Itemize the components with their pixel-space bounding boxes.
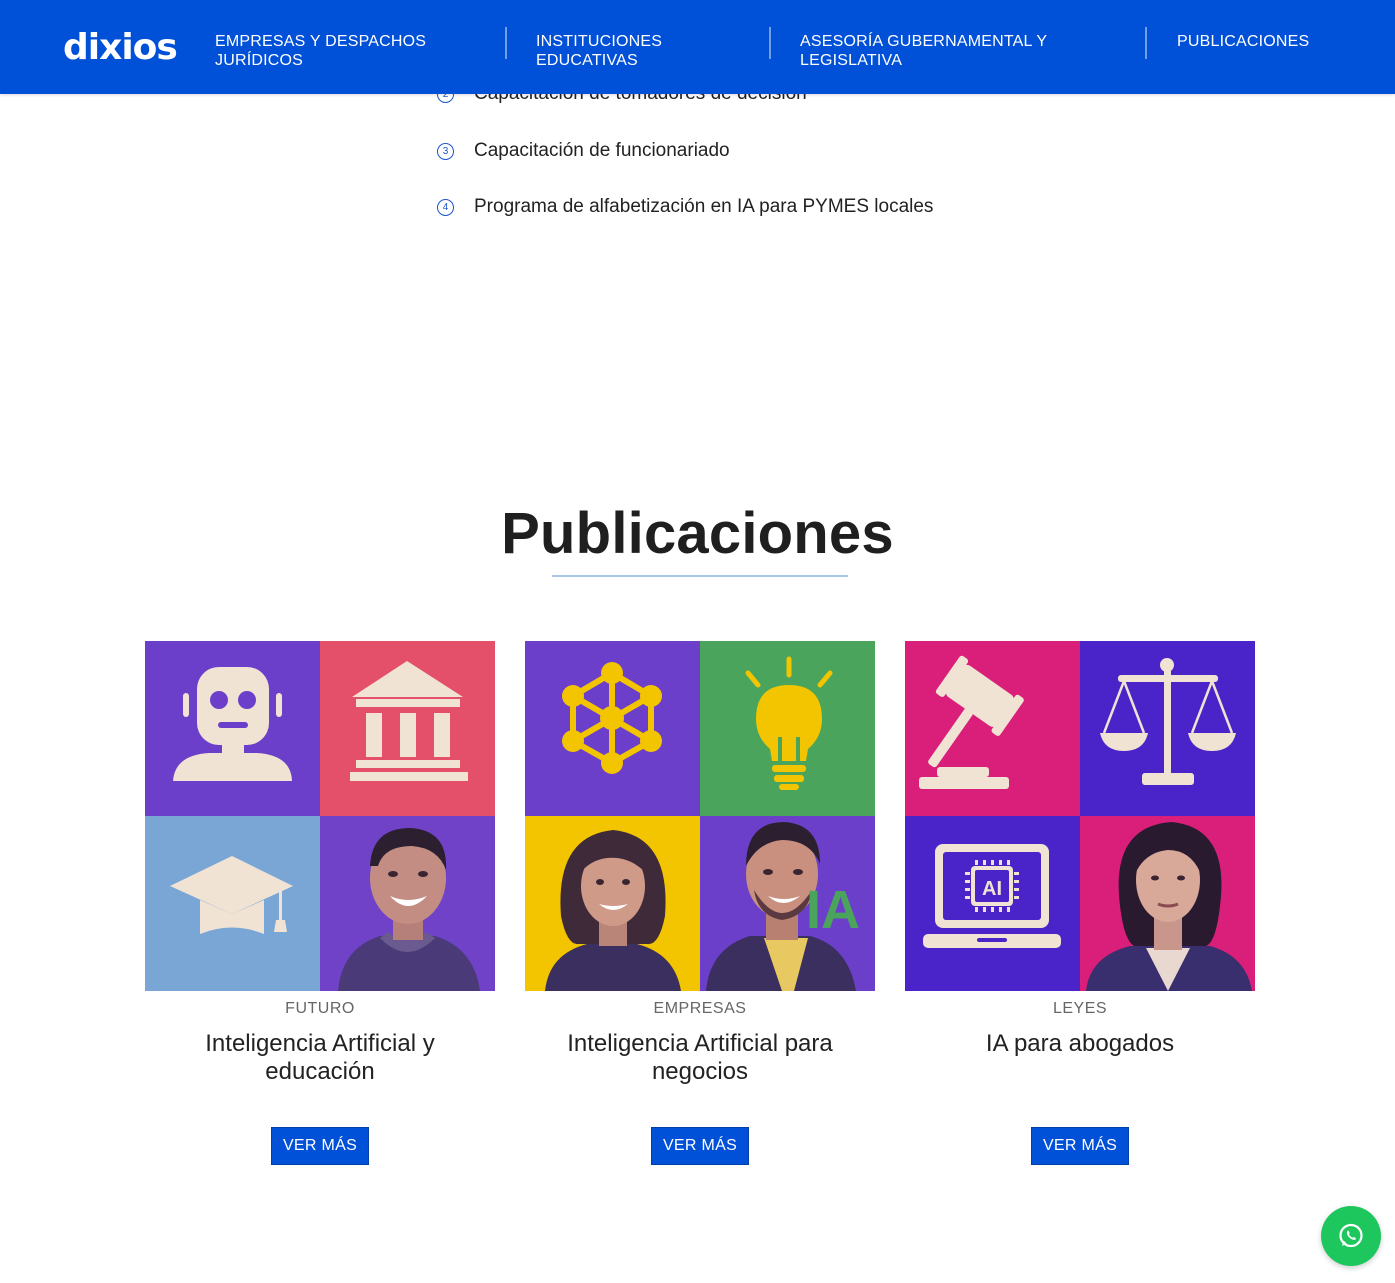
museum-icon — [320, 641, 495, 816]
list-item: 4 Programa de alfabetización en IA para … — [437, 195, 937, 219]
lightbulb-icon — [700, 641, 875, 816]
woman-portrait — [525, 816, 700, 991]
card-image[interactable] — [145, 641, 495, 991]
logo[interactable]: dixios — [63, 26, 178, 70]
publication-card: FUTURO Inteligencia Artificial y educaci… — [145, 641, 495, 1165]
card-title[interactable]: Inteligencia Artificial para negocios — [525, 1030, 875, 1090]
scales-icon — [1080, 641, 1255, 816]
nav-label-line2: JURÍDICOS — [215, 52, 304, 69]
nav-label-line1: INSTITUCIONES — [536, 33, 663, 50]
card-category: LEYES — [1052, 1000, 1108, 1017]
card-title[interactable]: IA para abogados — [905, 1030, 1255, 1090]
nav-label-line1: ASESORÍA GUBERNAMENTAL Y — [800, 33, 1048, 50]
man-portrait: IA — [700, 816, 875, 991]
nav-instituciones[interactable]: INSTITUCIONES EDUCATIVAS — [536, 32, 662, 70]
ver-mas-button[interactable]: VER MÁS — [271, 1127, 369, 1165]
ia-text: IA — [806, 880, 860, 940]
list-item-text: Programa de alfabetización en IA para PY… — [474, 196, 934, 217]
card-category: FUTURO — [285, 1000, 355, 1017]
nav-label-line1: EMPRESAS Y DESPACHOS — [215, 33, 427, 50]
robot-icon — [145, 641, 320, 816]
student-portrait — [320, 816, 495, 991]
network-icon — [525, 641, 700, 816]
list-number: 4 — [437, 199, 454, 216]
nav-empresas[interactable]: EMPRESAS Y DESPACHOS JURÍDICOS — [215, 32, 426, 70]
nav-label-line2: EDUCATIVAS — [536, 52, 638, 69]
ver-mas-button[interactable]: VER MÁS — [1031, 1127, 1129, 1165]
list-item-text: Capacitación de funcionariado — [474, 140, 730, 161]
card-image[interactable]: AI — [905, 641, 1255, 991]
site-header: dixios EMPRESAS Y DESPACHOS JURÍDICOS IN… — [0, 0, 1395, 94]
card-image[interactable]: IA — [525, 641, 875, 991]
whatsapp-button[interactable] — [1321, 1206, 1381, 1266]
ver-mas-button[interactable]: VER MÁS — [651, 1127, 749, 1165]
whatsapp-icon — [1339, 1223, 1363, 1248]
list-number: 3 — [437, 143, 454, 160]
lawyer-portrait — [1080, 816, 1255, 991]
nav-divider — [1145, 27, 1147, 59]
nav-divider — [505, 27, 507, 59]
title-underline — [552, 575, 848, 577]
nav-label-line2: LEGISLATIVA — [800, 52, 903, 69]
list-item: 3 Capacitación de funcionariado — [437, 139, 937, 163]
publication-card: IA EMPRESAS Inteligencia Artificial para… — [525, 641, 875, 1165]
ai-laptop-icon: AI — [905, 816, 1080, 991]
card-title[interactable]: Inteligencia Artificial y educación — [145, 1030, 495, 1090]
graduation-cap-icon — [145, 816, 320, 991]
gavel-icon — [905, 641, 1080, 816]
section-title: Publicaciones — [501, 501, 894, 566]
nav-publicaciones[interactable]: PUBLICACIONES — [1177, 32, 1309, 51]
nav-label-line1: PUBLICACIONES — [1177, 33, 1310, 50]
nav-divider — [769, 27, 771, 59]
card-category: EMPRESAS — [653, 1000, 747, 1017]
publication-card: AI LEYES IA para abogados VER MÁS — [905, 641, 1255, 1165]
ai-text: AI — [982, 878, 1002, 900]
nav-asesoria[interactable]: ASESORÍA GUBERNAMENTAL Y LEGISLATIVA — [800, 32, 1047, 70]
